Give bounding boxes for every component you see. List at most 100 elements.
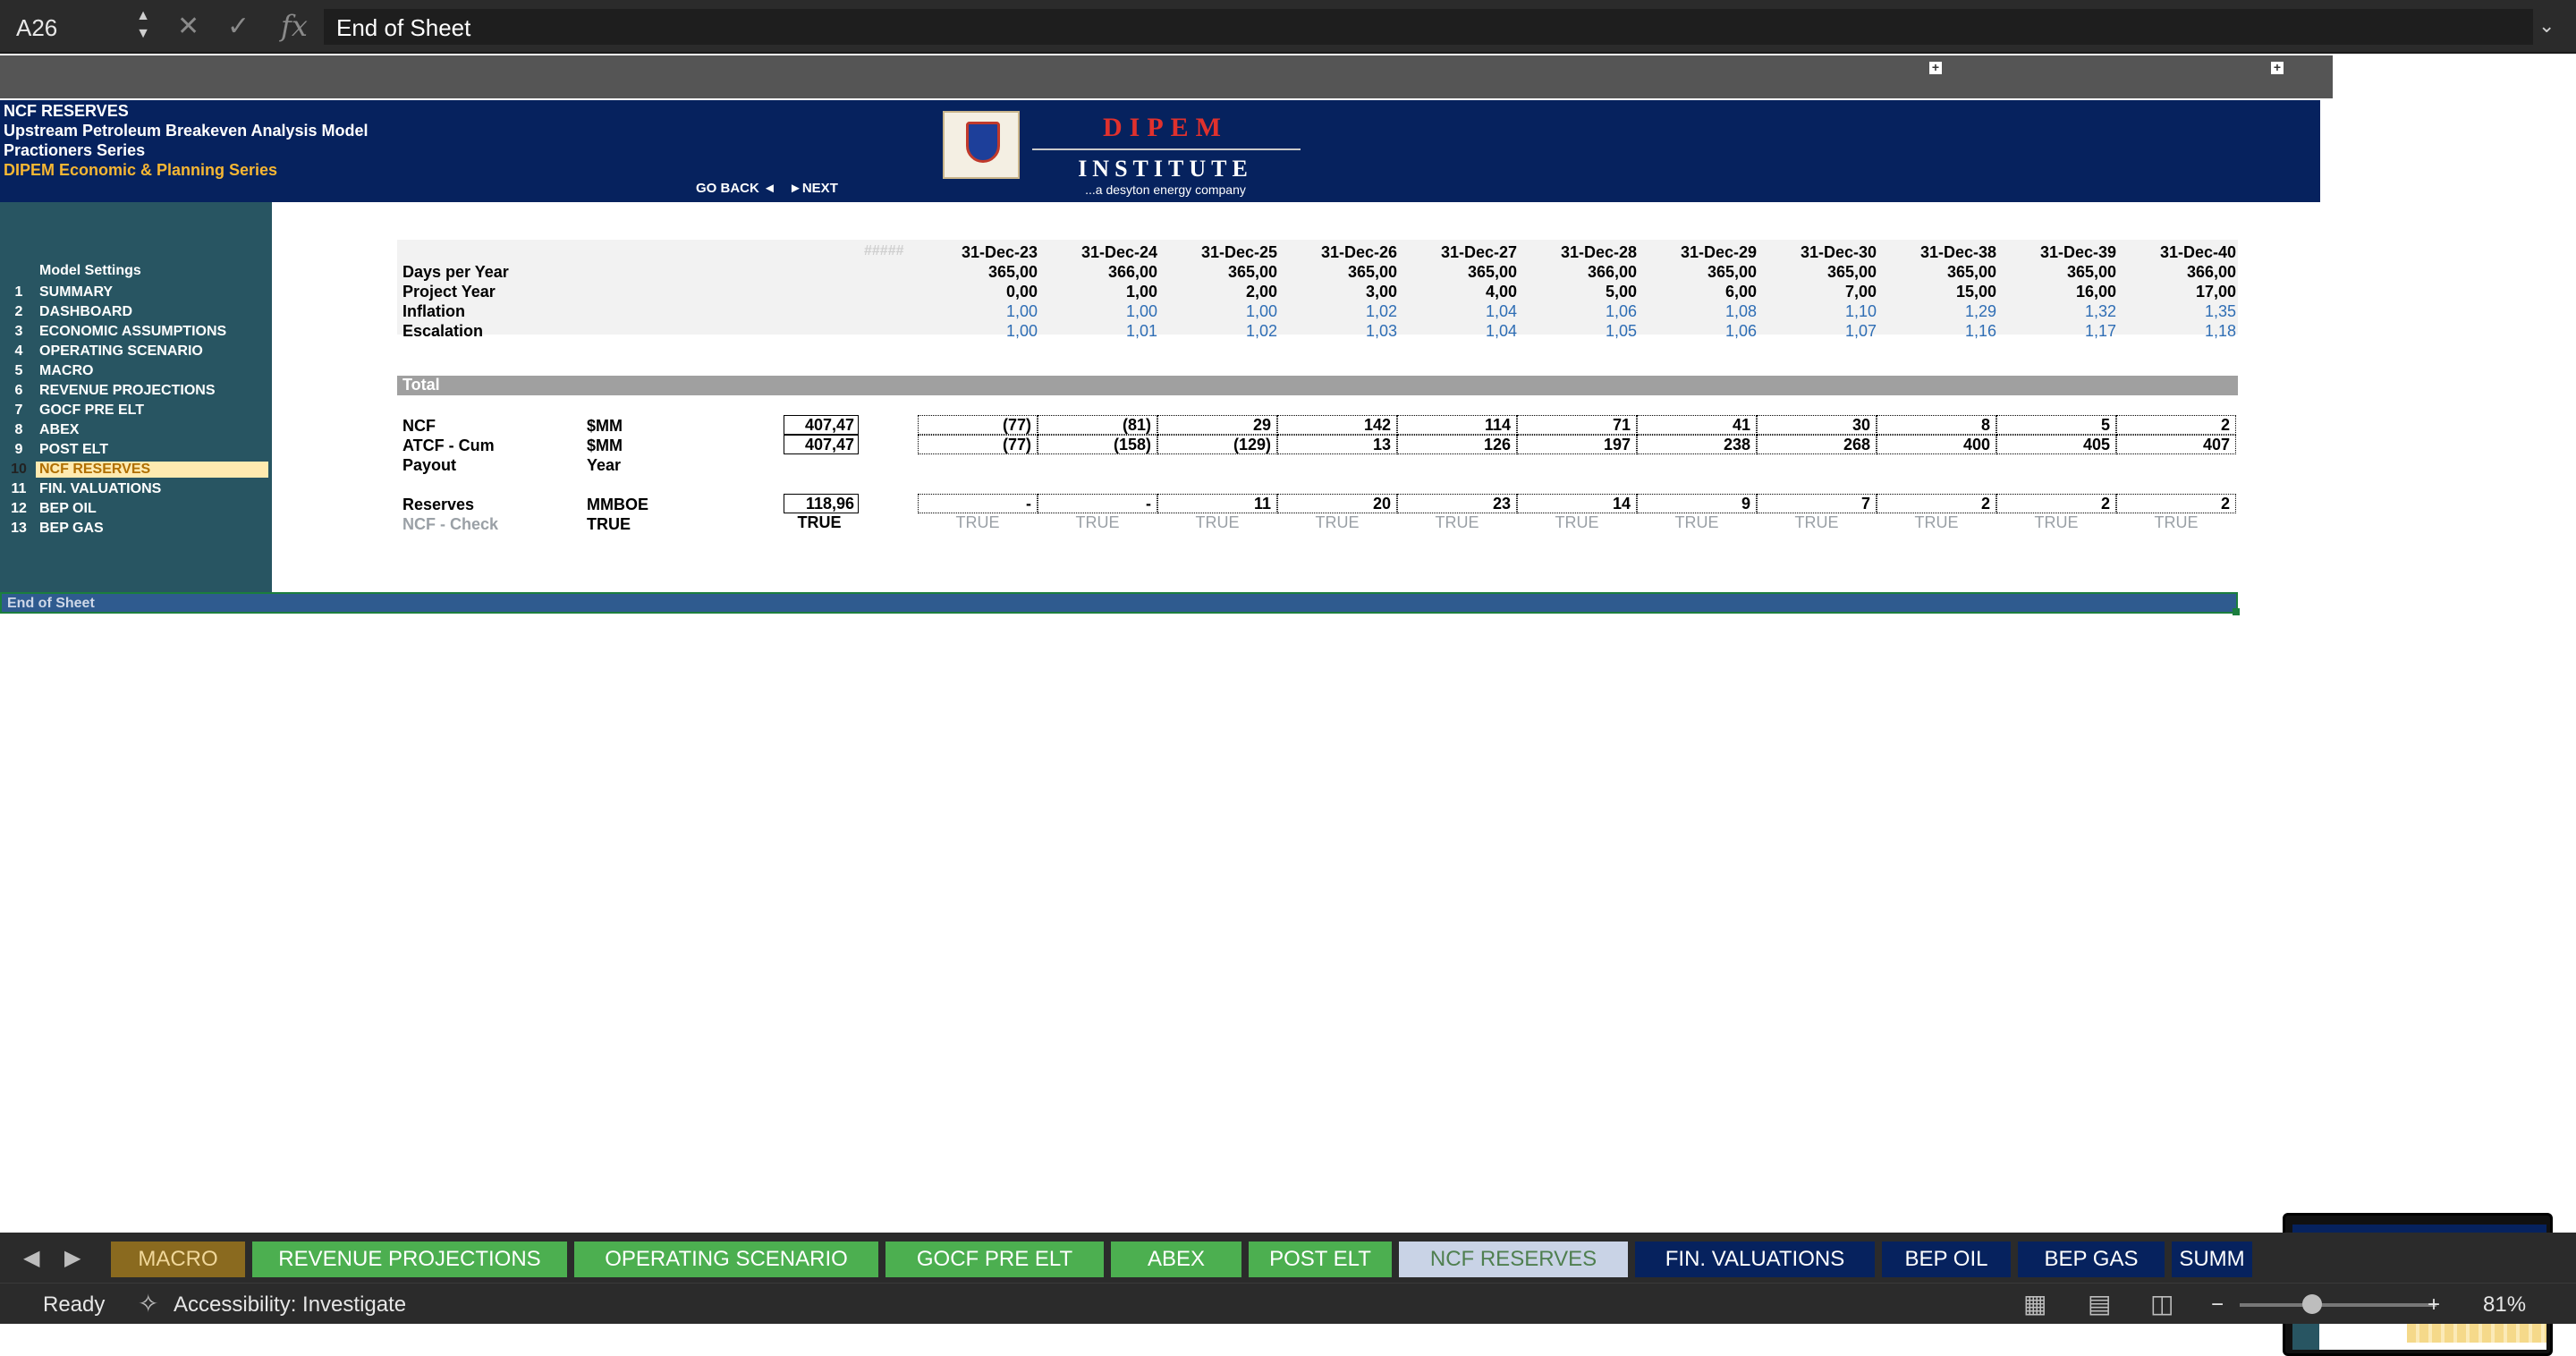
table-cell[interactable]: 126: [1397, 435, 1517, 454]
formula-input[interactable]: End of Sheet: [324, 9, 2533, 45]
table-cell[interactable]: TRUE: [918, 513, 1038, 532]
table-cell[interactable]: 407: [2116, 435, 2236, 454]
table-cell[interactable]: 30: [1757, 415, 1877, 435]
table-cell[interactable]: 16,00: [1996, 283, 2116, 301]
date-header[interactable]: 31-Dec-26: [1277, 243, 1397, 262]
table-cell[interactable]: 3,00: [1277, 283, 1397, 301]
row-label[interactable]: Escalation: [402, 322, 483, 341]
table-cell[interactable]: 17,00: [2116, 283, 2236, 301]
table-cell[interactable]: (81): [1038, 415, 1157, 435]
row-label[interactable]: Reserves: [402, 496, 474, 514]
table-cell[interactable]: 8: [1877, 415, 1996, 435]
table-cell[interactable]: 1,00: [1038, 302, 1157, 321]
sheet-tab[interactable]: BEP GAS: [2018, 1242, 2165, 1277]
table-cell[interactable]: TRUE: [1038, 513, 1157, 532]
table-cell[interactable]: 2: [1996, 494, 2116, 513]
table-cell[interactable]: 5: [1996, 415, 2116, 435]
table-cell[interactable]: TRUE: [1157, 513, 1277, 532]
table-cell[interactable]: 366,00: [1517, 263, 1637, 282]
overflow-cell[interactable]: #####: [864, 243, 904, 259]
table-cell[interactable]: 268: [1757, 435, 1877, 454]
table-cell[interactable]: 1,04: [1397, 302, 1517, 321]
table-cell[interactable]: 4,00: [1397, 283, 1517, 301]
next-sheet-icon[interactable]: ▶: [64, 1245, 80, 1271]
table-cell[interactable]: TRUE: [1517, 513, 1637, 532]
zoom-level[interactable]: 81%: [2483, 1292, 2526, 1318]
date-header[interactable]: 31-Dec-23: [918, 243, 1038, 262]
normal-view-icon[interactable]: ▦: [2023, 1289, 2046, 1318]
table-cell[interactable]: 13: [1277, 435, 1397, 454]
date-header[interactable]: 31-Dec-27: [1397, 243, 1517, 262]
table-cell[interactable]: (77): [918, 415, 1038, 435]
date-header[interactable]: 31-Dec-30: [1757, 243, 1877, 262]
end-of-sheet-cell[interactable]: End of Sheet: [0, 592, 2238, 614]
name-box-stepper-icon[interactable]: ▲ ▼: [132, 7, 154, 47]
table-cell[interactable]: 1,00: [918, 302, 1038, 321]
date-header[interactable]: 31-Dec-38: [1877, 243, 1996, 262]
table-cell[interactable]: 1,02: [1157, 322, 1277, 341]
table-cell[interactable]: 365,00: [1397, 263, 1517, 282]
table-cell[interactable]: 365,00: [1877, 263, 1996, 282]
worksheet[interactable]: + + NCF RESERVES Upstream Petroleum Brea…: [0, 55, 2576, 1356]
zoom-slider[interactable]: [2240, 1303, 2436, 1307]
zoom-slider-knob[interactable]: [2302, 1294, 2322, 1314]
sidebar-item[interactable]: 7 GOCF PRE ELT: [0, 401, 272, 420]
sidebar-item[interactable]: 3 ECONOMIC ASSUMPTIONS: [0, 322, 272, 342]
sheet-tab[interactable]: GOCF PRE ELT: [886, 1242, 1104, 1277]
date-header[interactable]: 31-Dec-28: [1517, 243, 1637, 262]
sheet-tab[interactable]: ABEX: [1111, 1242, 1241, 1277]
table-cell[interactable]: 365,00: [918, 263, 1038, 282]
zoom-in-button[interactable]: +: [2428, 1292, 2440, 1318]
row-label[interactable]: NCF: [402, 417, 436, 436]
table-cell[interactable]: -: [1038, 494, 1157, 513]
confirm-icon[interactable]: ✓: [227, 11, 250, 42]
go-back-link[interactable]: GO BACK ◄: [696, 181, 776, 196]
table-cell[interactable]: 114: [1397, 415, 1517, 435]
table-cell[interactable]: 1,06: [1517, 302, 1637, 321]
unit-cell[interactable]: Year: [587, 456, 621, 475]
table-cell[interactable]: TRUE: [1996, 513, 2116, 532]
table-cell[interactable]: 365,00: [1157, 263, 1277, 282]
table-cell[interactable]: 365,00: [1637, 263, 1757, 282]
prev-sheet-icon[interactable]: ◀: [23, 1245, 39, 1271]
sidebar-item[interactable]: 10 NCF RESERVES: [0, 460, 272, 479]
date-header[interactable]: 31-Dec-40: [2116, 243, 2236, 262]
table-cell[interactable]: 5,00: [1517, 283, 1637, 301]
total-cell[interactable]: 118,96: [784, 494, 859, 513]
table-cell[interactable]: (158): [1038, 435, 1157, 454]
table-cell[interactable]: 1,10: [1757, 302, 1877, 321]
table-cell[interactable]: 2: [1877, 494, 1996, 513]
table-cell[interactable]: 1,17: [1996, 322, 2116, 341]
table-cell[interactable]: 71: [1517, 415, 1637, 435]
sidebar-item[interactable]: 12 BEP OIL: [0, 499, 272, 519]
table-cell[interactable]: 1,18: [2116, 322, 2236, 341]
table-cell[interactable]: TRUE: [1277, 513, 1397, 532]
sidebar-item[interactable]: 13 BEP GAS: [0, 519, 272, 538]
table-cell[interactable]: 11: [1157, 494, 1277, 513]
sheet-tab[interactable]: NCF RESERVES: [1399, 1242, 1628, 1277]
table-cell[interactable]: 405: [1996, 435, 2116, 454]
table-cell[interactable]: 1,00: [1038, 283, 1157, 301]
table-cell[interactable]: 14: [1517, 494, 1637, 513]
table-cell[interactable]: 1,07: [1757, 322, 1877, 341]
table-cell[interactable]: TRUE: [2116, 513, 2236, 532]
table-cell[interactable]: TRUE: [1757, 513, 1877, 532]
table-cell[interactable]: 197: [1517, 435, 1637, 454]
expand-formula-chevron-icon[interactable]: ⌄: [2538, 14, 2555, 38]
table-cell[interactable]: TRUE: [1397, 513, 1517, 532]
date-header[interactable]: 31-Dec-24: [1038, 243, 1157, 262]
table-cell[interactable]: TRUE: [1637, 513, 1757, 532]
page-break-icon[interactable]: ◫: [2150, 1289, 2174, 1318]
table-cell[interactable]: 0,00: [918, 283, 1038, 301]
table-cell[interactable]: 365,00: [1996, 263, 2116, 282]
table-cell[interactable]: 1,03: [1277, 322, 1397, 341]
table-cell[interactable]: 1,00: [1157, 302, 1277, 321]
table-cell[interactable]: 7,00: [1757, 283, 1877, 301]
sidebar-item[interactable]: 6 REVENUE PROJECTIONS: [0, 381, 272, 401]
total-cell[interactable]: 407,47: [784, 415, 859, 435]
table-cell[interactable]: 238: [1637, 435, 1757, 454]
table-cell[interactable]: 6,00: [1637, 283, 1757, 301]
page-layout-icon[interactable]: ▤: [2088, 1289, 2111, 1318]
table-cell[interactable]: 1,32: [1996, 302, 2116, 321]
sidebar-item[interactable]: 1 SUMMARY: [0, 283, 272, 302]
